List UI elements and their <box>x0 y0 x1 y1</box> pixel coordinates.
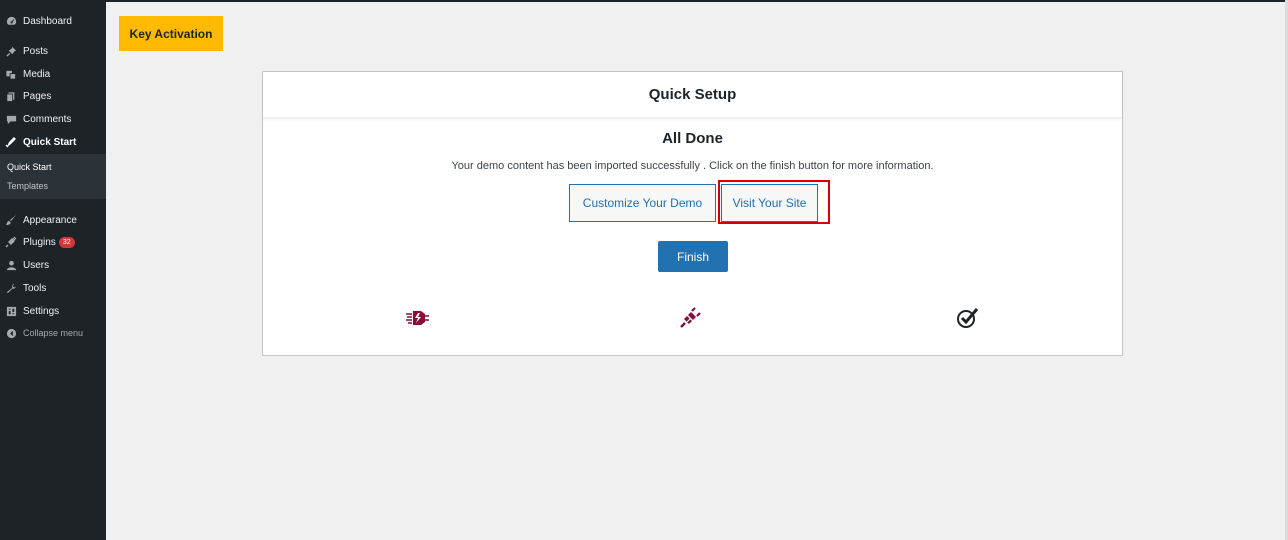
checkmark-icon <box>955 305 981 331</box>
user-icon <box>5 259 17 271</box>
sidebar-item-label: Collapse menu <box>23 328 84 338</box>
sidebar-item-plugins[interactable]: Plugins 32 <box>0 231 106 253</box>
sidebar-item-label: Quick Start <box>23 136 77 148</box>
plugin-install-icon <box>404 305 430 331</box>
sidebar-item-dashboard[interactable]: Dashboard <box>0 10 106 32</box>
plugins-update-badge: 32 <box>58 236 75 248</box>
key-activation-button[interactable]: Key Activation <box>119 16 223 51</box>
sidebar-item-label: Media <box>23 68 51 80</box>
plugin-icon <box>5 236 17 248</box>
sidebar-item-label: Users <box>23 259 50 271</box>
sidebar-item-settings[interactable]: Settings <box>0 300 106 322</box>
done-description: Your demo content has been imported succ… <box>451 160 934 172</box>
sidebar-item-label: Plugins <box>23 236 56 248</box>
sidebar-item-label: Dashboard <box>23 15 72 27</box>
sidebar-item-label: Pages <box>23 90 52 102</box>
sidebar-item-label: Comments <box>23 113 72 125</box>
quick-setup-panel: Quick Setup All Done Your demo content h… <box>262 71 1123 356</box>
settings-icon <box>5 305 17 317</box>
collapse-menu-button[interactable]: Collapse menu <box>0 322 106 344</box>
sidebar-item-label: Tools <box>23 282 47 294</box>
sidebar-item-users[interactable]: Users <box>0 254 106 276</box>
dashboard-icon <box>5 15 17 27</box>
sidebar-item-quick-start[interactable]: Quick Start <box>0 131 106 153</box>
comments-icon <box>5 113 17 125</box>
finish-button[interactable]: Finish <box>658 241 728 272</box>
sidebar-item-posts[interactable]: Posts <box>0 40 106 62</box>
pages-icon <box>5 90 17 102</box>
sidebar-item-appearance[interactable]: Appearance <box>0 209 106 231</box>
sidebar-item-media[interactable]: Media <box>0 63 106 85</box>
sidebar-item-pages[interactable]: Pages <box>0 85 106 107</box>
brush-icon <box>5 214 17 226</box>
submenu-item-templates[interactable]: Templates <box>7 181 48 191</box>
panel-title: Quick Setup <box>263 72 1122 118</box>
sidebar-item-label: Settings <box>23 305 60 317</box>
sidebar-item-comments[interactable]: Comments <box>0 108 106 130</box>
customize-demo-button[interactable]: Customize Your Demo <box>569 184 716 222</box>
highlight-box <box>718 180 830 224</box>
admin-sidebar: Dashboard Posts Media Pages Comments Qui… <box>0 0 106 540</box>
sidebar-item-tools[interactable]: Tools <box>0 277 106 299</box>
sidebar-item-label: Appearance <box>23 214 77 226</box>
media-icon <box>5 68 17 80</box>
collapse-icon <box>5 327 17 339</box>
admin-top-bar <box>0 0 1288 2</box>
sidebar-item-label: Posts <box>23 45 49 57</box>
submenu-item-quick-start[interactable]: Quick Start <box>7 162 52 172</box>
plug-connect-icon <box>677 305 703 331</box>
quick-start-submenu: Quick Start Templates <box>0 154 106 199</box>
pin-icon <box>5 45 17 57</box>
wrench-icon <box>5 282 17 294</box>
quick-start-icon <box>5 136 17 148</box>
done-heading: All Done <box>662 130 723 147</box>
